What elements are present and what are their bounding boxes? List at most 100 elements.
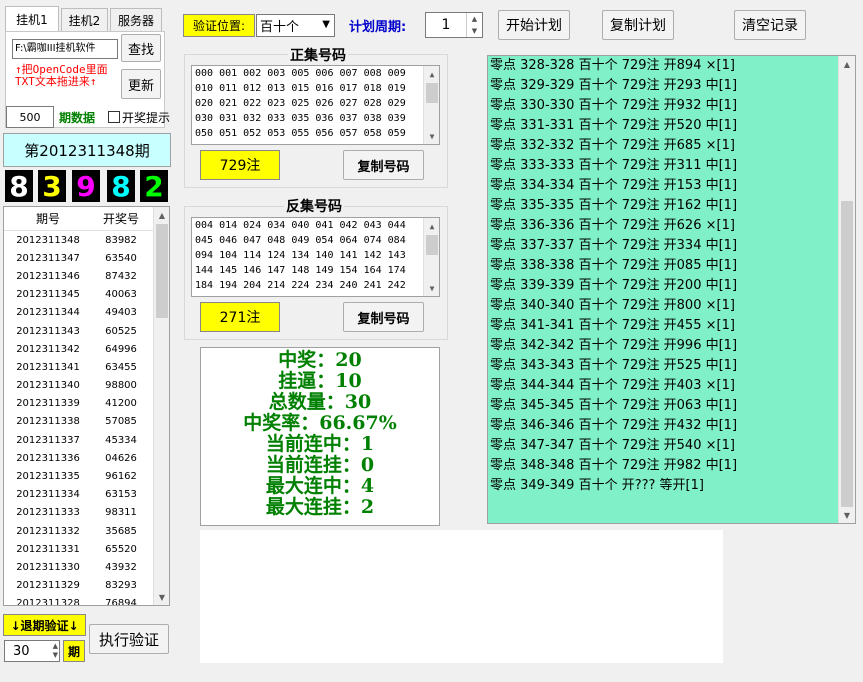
- scroll-thumb[interactable]: [426, 83, 438, 103]
- result-cell: 76894: [105, 598, 137, 606]
- negative-scrollbar[interactable]: ▲ ▼: [423, 218, 439, 296]
- scroll-up-arrow-icon[interactable]: ▲: [424, 218, 439, 234]
- period-cell: 2012311343: [16, 325, 80, 337]
- draw-digit-4: 8: [107, 170, 135, 203]
- positive-number-line: 020 021 022 023 025 026 027 028 029: [195, 98, 406, 109]
- table-row[interactable]: 2012311338 57085: [4, 413, 169, 431]
- result-cell: 83293: [105, 580, 137, 592]
- copy-plan-button[interactable]: 复制计划: [602, 10, 674, 40]
- table-row[interactable]: 2012311329 83293: [4, 577, 169, 595]
- tab-label: 服务器: [117, 14, 154, 28]
- positive-number-line: 010 011 012 013 015 016 017 018 019: [195, 83, 406, 94]
- negative-lines: 004 014 024 034 040 041 042 043 044 045 0…: [192, 218, 439, 293]
- period-count-input[interactable]: 500: [6, 106, 54, 128]
- log-line: 零点 348-348 百十个 729注 开982 中[1]: [490, 458, 738, 473]
- history-table[interactable]: 期号 开奖号 2012311348 83982 2012311347 63540 201…: [3, 206, 170, 606]
- table-row[interactable]: 2012311348 83982: [4, 231, 169, 249]
- column-header-result: 开奖号: [102, 212, 139, 226]
- retreat-count-input[interactable]: 30 ▲ ▼: [4, 640, 60, 662]
- positive-numbers-list[interactable]: 000 001 002 003 005 006 007 008 009 010 0…: [191, 65, 440, 145]
- plan-cycle-input[interactable]: 1 ▲ ▼: [425, 12, 483, 38]
- scroll-thumb[interactable]: [841, 201, 853, 507]
- scroll-thumb[interactable]: [426, 235, 438, 255]
- table-row[interactable]: 2012311340 98800: [4, 377, 169, 395]
- result-cell: 65520: [105, 543, 137, 555]
- scroll-down-arrow-icon[interactable]: ▼: [839, 507, 855, 523]
- log-scrollbar[interactable]: ▲ ▼: [838, 56, 855, 523]
- scroll-down-arrow-icon[interactable]: ▼: [424, 128, 439, 144]
- result-cell: 87432: [105, 270, 137, 282]
- log-line: 零点 338-338 百十个 729注 开085 中[1]: [490, 258, 738, 273]
- table-row[interactable]: 2012311337 45334: [4, 431, 169, 449]
- log-line: 零点 336-336 百十个 729注 开626 ×[1]: [490, 218, 735, 233]
- start-plan-button[interactable]: 开始计划: [498, 10, 570, 40]
- result-cell: 83982: [105, 234, 137, 246]
- result-cell: 96162: [105, 471, 137, 483]
- table-row[interactable]: 2012311331 65520: [4, 540, 169, 558]
- lottery-hint-checkbox[interactable]: [108, 111, 120, 123]
- execute-verify-button[interactable]: 执行验证: [89, 624, 169, 654]
- update-button[interactable]: 更新: [121, 69, 161, 99]
- scroll-up-arrow-icon[interactable]: ▲: [424, 66, 439, 82]
- stat-max-win-streak: 最大连中：4: [265, 475, 375, 497]
- result-cell: 49403: [105, 307, 137, 319]
- log-line: 零点 329-329 百十个 729注 开293 中[1]: [490, 78, 738, 93]
- result-cell: 60525: [105, 325, 137, 337]
- period-cell: 2012311338: [16, 416, 80, 428]
- table-row[interactable]: 2012311339 41200: [4, 395, 169, 413]
- table-row[interactable]: 2012311336 04626: [4, 449, 169, 467]
- positive-scrollbar[interactable]: ▲ ▼: [423, 66, 439, 144]
- log-line: 零点 341-341 百十个 729注 开455 ×[1]: [490, 318, 735, 333]
- table-row[interactable]: 2012311330 43932: [4, 558, 169, 576]
- copy-positive-numbers-button[interactable]: 复制号码: [343, 150, 424, 180]
- result-cell: 04626: [105, 452, 137, 464]
- spinner-arrows-icon[interactable]: ▲ ▼: [53, 642, 58, 660]
- result-cell: 35685: [105, 525, 137, 537]
- negative-number-line: 045 046 047 048 049 054 064 074 084: [195, 235, 406, 246]
- scroll-thumb[interactable]: [156, 224, 168, 318]
- result-cell: 98311: [105, 507, 137, 519]
- table-row[interactable]: 2012311341 63455: [4, 358, 169, 376]
- chevron-down-icon[interactable]: ▼: [322, 19, 330, 30]
- table-row[interactable]: 2012311343 60525: [4, 322, 169, 340]
- plan-log[interactable]: 零点 328-328 百十个 729注 开894 ×[1] 零点 329-329 …: [487, 55, 856, 524]
- table-row[interactable]: 2012311335 96162: [4, 467, 169, 485]
- negative-numbers-list[interactable]: 004 014 024 034 040 041 042 043 044 045 0…: [191, 217, 440, 297]
- table-row[interactable]: 2012311344 49403: [4, 304, 169, 322]
- table-row[interactable]: 2012311333 98311: [4, 504, 169, 522]
- browse-button[interactable]: 查找: [121, 34, 161, 62]
- positive-number-line: 050 051 052 053 055 056 057 058 059: [195, 128, 406, 139]
- tab-server[interactable]: 服务器: [110, 8, 162, 32]
- period-cell: 2012311346: [16, 270, 80, 282]
- tab-guaji-2[interactable]: 挂机2: [61, 8, 108, 32]
- clear-log-button[interactable]: 清空记录: [734, 10, 806, 40]
- history-header: 期号 开奖号: [4, 207, 169, 231]
- path-input[interactable]: F:\霸咖III挂机软件: [12, 39, 118, 59]
- result-cell: 41200: [105, 398, 137, 410]
- log-line: 零点 335-335 百十个 729注 开162 中[1]: [490, 198, 738, 213]
- copy-negative-numbers-button[interactable]: 复制号码: [343, 302, 424, 332]
- table-row[interactable]: 2012311345 40063: [4, 286, 169, 304]
- scroll-down-arrow-icon[interactable]: ▼: [154, 589, 169, 605]
- scroll-down-arrow-icon[interactable]: ▼: [424, 280, 439, 296]
- table-row[interactable]: 2012311342 64996: [4, 340, 169, 358]
- period-cell: 2012311339: [16, 398, 80, 410]
- verify-position-select[interactable]: 百十个 ▼: [256, 14, 335, 37]
- log-line: 零点 330-330 百十个 729注 开932 中[1]: [490, 98, 738, 113]
- history-scrollbar[interactable]: ▲ ▼: [153, 207, 169, 605]
- log-line: 零点 337-337 百十个 729注 开334 中[1]: [490, 238, 738, 253]
- stat-wins: 中奖：20: [278, 349, 362, 371]
- result-cell: 57085: [105, 416, 137, 428]
- tab-guaji-1[interactable]: 挂机1: [5, 6, 59, 32]
- scroll-up-arrow-icon[interactable]: ▲: [839, 56, 855, 72]
- table-row[interactable]: 2012311332 35685: [4, 522, 169, 540]
- period-cell: 2012311344: [16, 307, 80, 319]
- table-row[interactable]: 2012311346 87432: [4, 267, 169, 285]
- result-cell: 98800: [105, 380, 137, 392]
- spinner-arrows-icon[interactable]: ▲ ▼: [466, 13, 482, 37]
- scroll-up-arrow-icon[interactable]: ▲: [154, 207, 169, 223]
- table-row[interactable]: 2012311328 76894: [4, 595, 169, 606]
- log-line: 零点 345-345 百十个 729注 开063 中[1]: [490, 398, 738, 413]
- table-row[interactable]: 2012311347 63540: [4, 249, 169, 267]
- table-row[interactable]: 2012311334 63153: [4, 486, 169, 504]
